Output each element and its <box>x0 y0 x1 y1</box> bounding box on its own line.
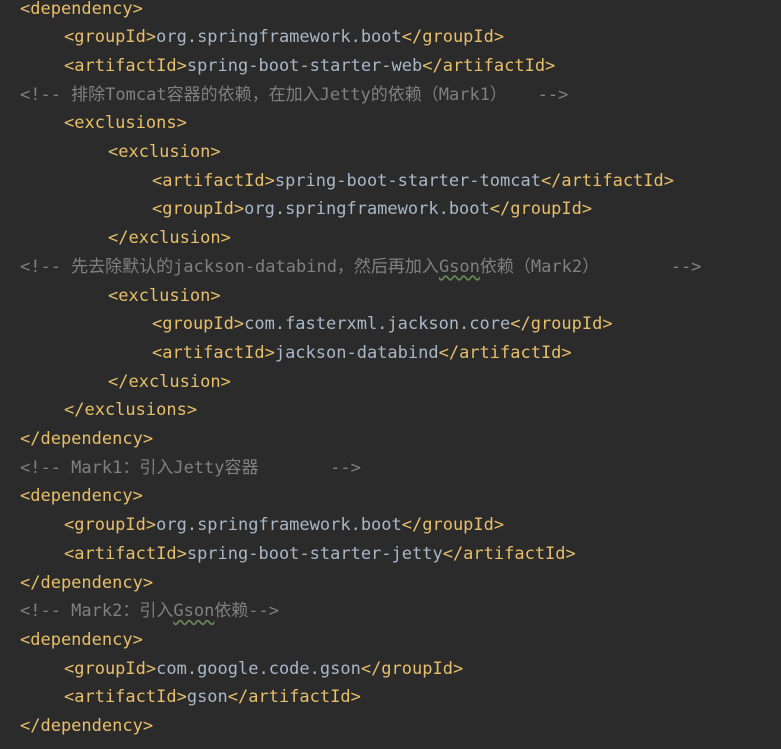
code-editor[interactable]: <dependency> <groupId>org.springframework… <box>0 0 781 749</box>
code-line: <groupId>org.springframework.boot</group… <box>152 195 592 224</box>
code-tag: </dependency> <box>20 572 154 593</box>
code-tag: </dependency> <box>20 716 154 736</box>
code-tag: </groupId> <box>510 314 613 335</box>
code-line: <dependency> <box>20 626 143 655</box>
code-comment-line: <!-- 先去除默认的jackson-databind，然后再加入Gson依赖（… <box>20 253 701 282</box>
code-tag: <artifactId> <box>64 687 187 708</box>
code-line: <artifactId>spring-boot-starter-web</art… <box>64 52 555 81</box>
code-tag: <exclusion> <box>108 142 221 162</box>
code-line: </exclusions> <box>64 396 197 425</box>
code-tag: <groupId> <box>152 314 245 335</box>
code-tag: </groupId> <box>401 515 505 536</box>
code-text: com.google.code.gson <box>156 658 361 679</box>
code-comment: <!-- Mark2：引入 <box>20 601 174 622</box>
code-line: </dependency> <box>20 712 153 741</box>
code-text: gson <box>186 687 228 708</box>
code-tag: </exclusions> <box>64 400 198 421</box>
code-text: spring-boot-starter-web <box>186 55 423 76</box>
code-line: <exclusions> <box>64 109 187 138</box>
code-line: <groupId>com.google.code.gson</groupId> <box>64 655 463 684</box>
code-text: org.springframework.boot <box>156 515 402 536</box>
code-comment-line: <!-- 排除Tomcat容器的依赖，在加入Jetty的依赖（Mark1） --… <box>20 81 568 110</box>
code-line: <artifactId>spring-boot-starter-jetty</a… <box>64 540 576 569</box>
code-tag: </artifactId> <box>540 170 674 191</box>
code-tag: <groupId> <box>64 27 157 48</box>
code-line: </dependency> <box>20 425 153 454</box>
code-comment-underlined: Gson <box>438 256 480 277</box>
code-tag: <dependency> <box>20 0 143 19</box>
code-line: <artifactId>jackson-databind</artifactId… <box>152 339 572 368</box>
code-tag: </artifactId> <box>438 342 572 363</box>
code-tag: </dependency> <box>20 429 154 449</box>
code-comment-underlined: Gson <box>173 601 215 622</box>
code-tag: <artifactId> <box>152 170 275 191</box>
code-line: <artifactId>gson</artifactId> <box>64 683 361 712</box>
code-tag: <groupId> <box>152 199 245 220</box>
code-tag: </artifactId> <box>442 543 576 564</box>
code-tag: </exclusion> <box>108 371 231 392</box>
code-line: <artifactId>spring-boot-starter-tomcat</… <box>152 167 674 196</box>
code-comment-line: <!-- Mark2：引入Gson依赖--> <box>20 597 279 626</box>
code-tag: </groupId> <box>401 27 505 48</box>
code-comment: <!-- 排除Tomcat容器的依赖，在加入Jetty的依赖（Mark1） --… <box>20 84 569 105</box>
code-tag: </artifactId> <box>227 687 361 708</box>
code-text: org.springframework.boot <box>156 27 402 48</box>
code-comment: <!-- Mark1：引入Jetty容器 --> <box>20 457 361 478</box>
code-line: <dependency> <box>20 0 143 23</box>
code-line: <exclusion> <box>108 138 221 167</box>
code-tag: <dependency> <box>20 486 143 507</box>
code-tag: </exclusion> <box>108 228 231 249</box>
code-line: <exclusion> <box>108 282 221 311</box>
code-comment-line: <!-- Mark1：引入Jetty容器 --> <box>20 454 361 483</box>
code-tag: <exclusions> <box>64 113 187 134</box>
code-comment: <!-- 先去除默认的jackson-databind，然后再加入 <box>20 256 439 277</box>
code-tag: <exclusion> <box>108 285 221 306</box>
code-tag: <dependency> <box>20 629 143 650</box>
code-tag: <artifactId> <box>64 55 187 76</box>
code-tag: </groupId> <box>360 658 464 679</box>
code-line: <groupId>com.fasterxml.jackson.core</gro… <box>152 310 613 339</box>
code-tag: <artifactId> <box>64 543 187 564</box>
code-text: spring-boot-starter-jetty <box>186 543 443 564</box>
code-line: <dependency> <box>20 482 143 511</box>
code-comment: 依赖（Mark2） --> <box>479 256 702 277</box>
code-tag: <groupId> <box>64 658 157 679</box>
code-tag: </artifactId> <box>422 55 556 76</box>
code-line: </dependency> <box>20 569 153 598</box>
code-text: org.springframework.boot <box>244 199 490 220</box>
code-text: spring-boot-starter-tomcat <box>274 170 541 191</box>
code-line: </exclusion> <box>108 368 231 397</box>
code-text: com.fasterxml.jackson.core <box>244 314 511 335</box>
code-tag: </groupId> <box>489 199 593 220</box>
code-comment: 依赖--> <box>214 601 280 622</box>
code-line: </exclusion> <box>108 224 231 253</box>
code-line: <groupId>org.springframework.boot</group… <box>64 23 504 52</box>
code-tag: <groupId> <box>64 515 157 536</box>
code-tag: <artifactId> <box>152 342 275 363</box>
code-text: jackson-databind <box>274 342 439 363</box>
code-line: <groupId>org.springframework.boot</group… <box>64 511 504 540</box>
